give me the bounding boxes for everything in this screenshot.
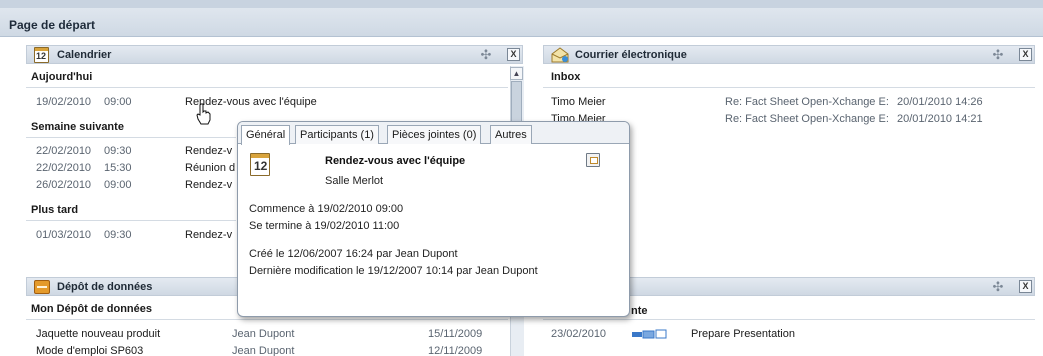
calendar-row-time: 09:30: [104, 229, 132, 241]
move-icon[interactable]: ✣: [991, 48, 1005, 62]
mail-row-date: 20/01/2010 14:21: [897, 113, 983, 125]
calendar-row-time: 09:00: [104, 96, 132, 108]
calendar-row-time: 09:30: [104, 145, 132, 157]
popup-start: Commence à 19/02/2010 09:00: [249, 203, 404, 215]
calendar-row-time: 09:00: [104, 179, 132, 191]
tasks-section-label: nte: [631, 305, 648, 317]
close-icon[interactable]: X: [1019, 48, 1032, 61]
popup-tab-bar: Général Participants (1) Pièces jointes …: [238, 122, 629, 145]
print-icon[interactable]: [586, 153, 600, 167]
move-icon[interactable]: ✣: [991, 280, 1005, 294]
calendar-row[interactable]: 01/03/2010: [36, 229, 91, 241]
mail-folder-label: Inbox: [551, 71, 581, 83]
calendar-row[interactable]: 22/02/2010: [36, 162, 91, 174]
calendar-row-title[interactable]: Rendez-v: [185, 179, 232, 191]
popup-modified: Dernière modification le 19/12/2007 10:1…: [249, 265, 538, 277]
popup-location: Salle Merlot: [325, 175, 384, 187]
top-border: [0, 0, 1043, 8]
divider: [26, 319, 508, 320]
storage-section-label: Mon Dépôt de données: [31, 303, 152, 315]
tab-attachments[interactable]: Pièces jointes (0): [387, 125, 482, 144]
calendar-row[interactable]: 26/02/2010: [36, 179, 91, 191]
tab-general[interactable]: Général: [241, 125, 291, 145]
divider: [26, 220, 236, 221]
popup-created: Créé le 12/06/2007 16:24 par Jean Dupont: [249, 248, 458, 260]
close-icon[interactable]: X: [507, 48, 520, 61]
storage-panel-title: Dépôt de données: [57, 281, 153, 293]
mail-panel-title: Courrier électronique: [575, 49, 687, 61]
move-icon[interactable]: ✣: [479, 48, 493, 62]
mail-row-from[interactable]: Timo Meier: [551, 96, 606, 108]
storage-row-date: 12/11/2009: [428, 345, 483, 356]
storage-row-owner: Jean Dupont: [232, 328, 295, 340]
tab-others[interactable]: Autres: [490, 125, 532, 144]
divider: [543, 87, 1035, 88]
section-later: Plus tard: [31, 204, 79, 216]
calendar-panel-header[interactable]: 12 Calendrier ✣ X: [26, 45, 523, 64]
infostore-icon: [34, 280, 50, 294]
calendar-icon: 12: [34, 47, 49, 63]
task-progress-icon: [632, 329, 667, 339]
popup-end: Se termine à 19/02/2010 11:00: [249, 220, 400, 232]
section-next-week: Semaine suivante: [31, 121, 124, 133]
mail-icon: [551, 47, 569, 63]
divider: [26, 137, 236, 138]
divider: [543, 319, 1035, 320]
task-row-date: 23/02/2010: [551, 328, 607, 340]
calendar-panel-title: Calendrier: [57, 49, 112, 61]
task-row-title[interactable]: Prepare Presentation: [691, 328, 795, 340]
close-icon[interactable]: X: [1019, 280, 1032, 293]
page-title: Page de départ: [0, 8, 1043, 37]
appointment-calendar-icon: 12: [250, 153, 270, 176]
calendar-row-title[interactable]: Rendez-v: [185, 229, 232, 241]
storage-row-name[interactable]: Mode d'emploi SP603: [36, 345, 143, 356]
appointment-popup: Général Participants (1) Pièces jointes …: [237, 121, 630, 317]
popup-title: Rendez-vous avec l'équipe: [325, 155, 466, 167]
scroll-up-arrow-icon[interactable]: ▲: [510, 67, 523, 80]
mail-row-subject[interactable]: Re: Fact Sheet Open-Xchange E:: [725, 96, 889, 108]
mail-row-date: 20/01/2010 14:26: [897, 96, 983, 108]
divider: [26, 87, 508, 88]
mail-row-subject[interactable]: Re: Fact Sheet Open-Xchange E:: [725, 113, 889, 125]
calendar-row-title[interactable]: Réunion d: [185, 162, 235, 174]
calendar-row-time: 15:30: [104, 162, 132, 174]
calendar-row[interactable]: 22/02/2010: [36, 145, 91, 157]
calendar-row[interactable]: 19/02/2010: [36, 96, 91, 108]
storage-row-name[interactable]: Jaquette nouveau produit: [36, 328, 160, 340]
hand-cursor-icon: [196, 103, 211, 125]
mail-panel-header[interactable]: Courrier électronique ✣ X: [543, 45, 1035, 64]
storage-row-date: 15/11/2009: [428, 328, 483, 340]
calendar-row-title[interactable]: Rendez-v: [185, 145, 232, 157]
section-today: Aujourd'hui: [31, 71, 93, 83]
storage-row-owner: Jean Dupont: [232, 345, 295, 356]
tab-participants[interactable]: Participants (1): [295, 125, 379, 144]
